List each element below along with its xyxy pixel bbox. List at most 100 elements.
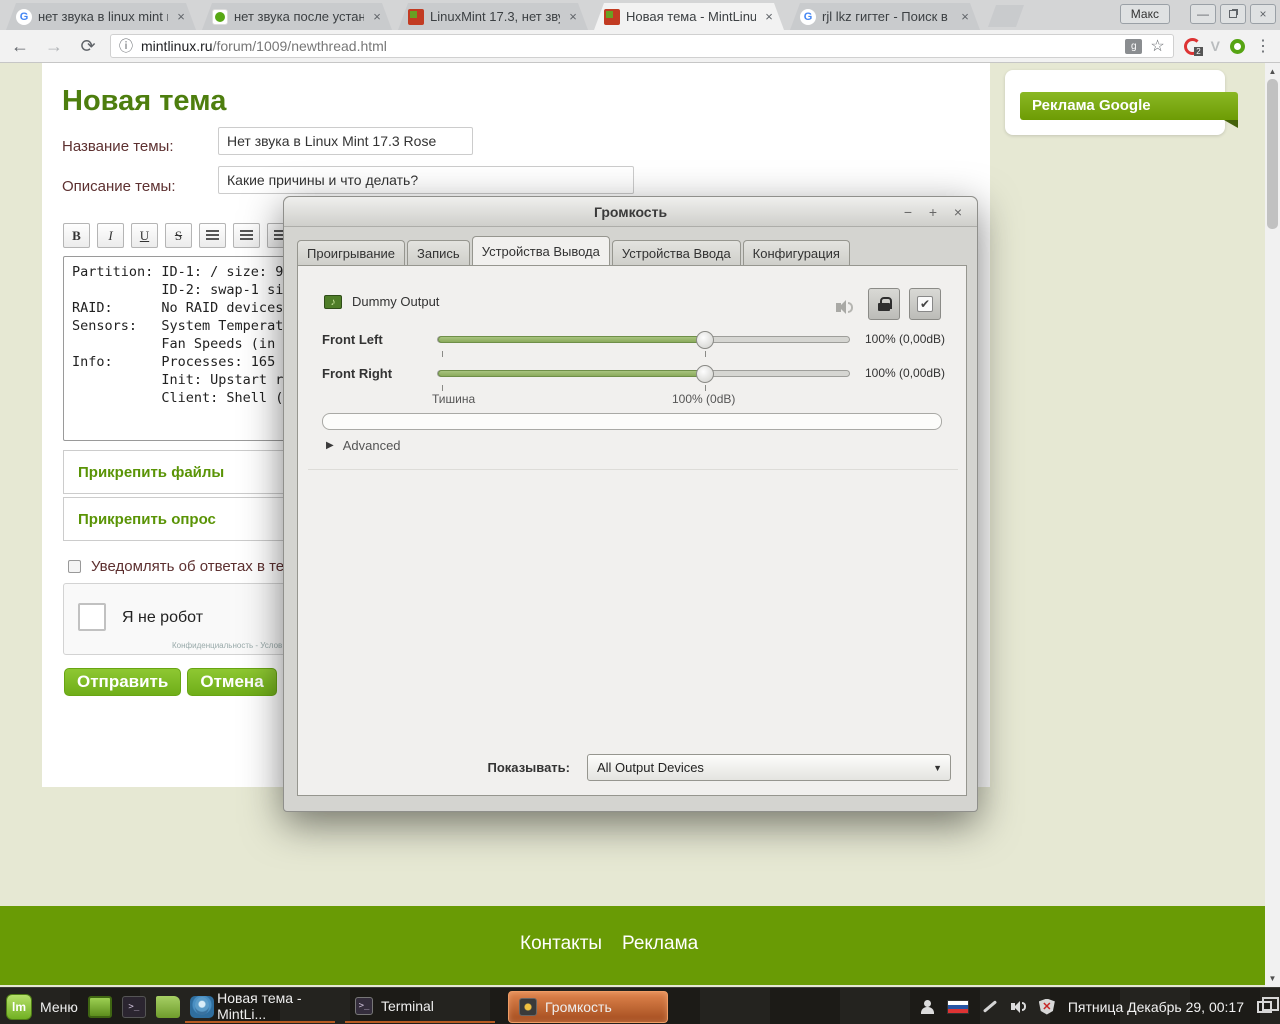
- address-bar[interactable]: ⓘ mintlinux.ru/forum/1009/newthread.html…: [110, 34, 1174, 58]
- taskbar-window-volume[interactable]: Громкость: [508, 991, 668, 1023]
- notify-checkbox[interactable]: [68, 560, 81, 573]
- pen-tray-icon[interactable]: [983, 1000, 997, 1013]
- sound-card-icon: ♪: [324, 295, 342, 309]
- browser-tab-1[interactable]: G нет звука в linux mint r ×: [6, 3, 196, 30]
- tick-mark: [705, 385, 706, 391]
- advanced-label: Advanced: [343, 438, 401, 453]
- page-scrollbar[interactable]: ▲ ▼: [1265, 63, 1280, 987]
- new-tab-button[interactable]: [988, 5, 1024, 27]
- channel-left-slider[interactable]: [437, 336, 850, 343]
- browser-tab-3[interactable]: LinuxMint 17.3, нет зву ×: [398, 3, 588, 30]
- browser-tab-2[interactable]: нет звука после устано ×: [202, 3, 392, 30]
- cancel-button[interactable]: Отмена: [187, 668, 276, 696]
- dialog-titlebar[interactable]: Громкость: [284, 197, 977, 227]
- browser-tab-5[interactable]: G rjl lkz гигтег - Поиск в G ×: [790, 3, 980, 30]
- scale-silence-label: Тишина: [432, 392, 475, 406]
- attach-poll-link[interactable]: Прикрепить опрос: [78, 511, 216, 528]
- browser-tab-bar: G нет звука в linux mint r × нет звука п…: [0, 0, 1280, 30]
- terminal-icon: >_: [355, 997, 373, 1015]
- default-device-button[interactable]: ✔: [909, 288, 941, 320]
- footer-ads-link[interactable]: Реклама: [622, 933, 698, 955]
- mint-favicon-icon: [212, 9, 228, 25]
- user-tray-icon[interactable]: [920, 1000, 934, 1014]
- back-icon[interactable]: ←: [8, 36, 32, 57]
- browser-tab-4-active[interactable]: Новая тема - MintLinux ×: [594, 3, 784, 30]
- recaptcha-privacy-links[interactable]: Конфиденциальность - Услов: [172, 641, 282, 650]
- files-launcher-icon[interactable]: [156, 996, 180, 1018]
- notify-label: Уведомлять об ответах в теме: [91, 558, 303, 575]
- slider-handle[interactable]: [696, 331, 714, 349]
- tab-close-icon[interactable]: ×: [762, 9, 776, 24]
- dialog-minimize-icon[interactable]: −: [897, 197, 919, 227]
- tab-close-icon[interactable]: ×: [174, 9, 188, 24]
- tab-recording[interactable]: Запись: [407, 240, 470, 265]
- strikethrough-button[interactable]: S: [165, 223, 192, 248]
- align-left-button[interactable]: [199, 223, 226, 248]
- slider-handle[interactable]: [696, 365, 714, 383]
- reload-icon[interactable]: ⟳: [76, 36, 100, 57]
- submit-button[interactable]: Отправить: [64, 668, 181, 696]
- tab-close-icon[interactable]: ×: [370, 9, 384, 24]
- speaker-tray-icon[interactable]: [1011, 1001, 1026, 1013]
- advanced-expander[interactable]: ▶ Advanced: [326, 438, 401, 453]
- tab-configuration[interactable]: Конфигурация: [743, 240, 850, 265]
- underline-button[interactable]: U: [131, 223, 158, 248]
- thread-desc-input[interactable]: [218, 166, 634, 194]
- italic-button[interactable]: I: [97, 223, 124, 248]
- scroll-down-icon[interactable]: ▼: [1265, 974, 1280, 983]
- keyboard-layout-flag-icon[interactable]: [947, 1000, 969, 1014]
- window-switcher-icon[interactable]: [1257, 1001, 1272, 1013]
- tab-close-icon[interactable]: ×: [566, 9, 580, 24]
- tab-title: нет звука после устано: [234, 9, 364, 24]
- recaptcha-checkbox[interactable]: [78, 603, 106, 631]
- tab-close-icon[interactable]: ×: [958, 9, 972, 24]
- output-filter-dropdown[interactable]: All Output Devices ▼: [587, 754, 951, 781]
- dialog-tab-bar: Проигрывание Запись Устройства Вывода Ус…: [297, 237, 852, 265]
- window-close-button[interactable]: ×: [1250, 4, 1276, 24]
- browser-menu-icon[interactable]: ⋮: [1255, 36, 1272, 56]
- tab-input-devices[interactable]: Устройства Ввода: [612, 240, 741, 265]
- dialog-maximize-icon[interactable]: +: [922, 197, 944, 227]
- forward-icon[interactable]: →: [42, 36, 66, 57]
- extension-red-icon[interactable]: 2: [1184, 38, 1201, 55]
- dialog-close-icon[interactable]: ×: [947, 197, 969, 227]
- menu-button[interactable]: lm Меню: [6, 994, 78, 1020]
- google-ads-banner[interactable]: Реклама Google: [1020, 92, 1238, 120]
- scroll-up-icon[interactable]: ▲: [1265, 67, 1280, 76]
- taskbar-window-terminal[interactable]: >_ Terminal: [345, 991, 495, 1023]
- recaptcha-label: Я не робот: [122, 609, 203, 627]
- volume-icon: [519, 998, 537, 1016]
- tab-title: Новая тема - MintLinux: [626, 9, 756, 24]
- window-maximize-button[interactable]: [1220, 4, 1246, 24]
- extension-green-icon[interactable]: [1230, 39, 1245, 54]
- channel-right-slider[interactable]: [437, 370, 850, 377]
- tab-playback[interactable]: Проигрывание: [297, 240, 405, 265]
- profile-button[interactable]: Макс: [1120, 4, 1170, 24]
- taskbar-clock[interactable]: Пятница Декабрь 29, 00:17: [1068, 999, 1244, 1015]
- url-text: mintlinux.ru/forum/1009/newthread.html: [141, 38, 387, 54]
- tab-output-devices[interactable]: Устройства Вывода: [472, 236, 610, 265]
- url-path: /forum/1009/newthread.html: [213, 38, 387, 54]
- page-info-icon[interactable]: ⓘ: [119, 36, 133, 56]
- show-desktop-icon[interactable]: [88, 996, 112, 1018]
- bold-button[interactable]: B: [63, 223, 90, 248]
- tick-mark: [442, 385, 443, 391]
- slider-fill: [438, 336, 705, 343]
- ad-card: Реклама Google: [1005, 70, 1225, 135]
- scrollbar-thumb[interactable]: [1267, 79, 1278, 229]
- extension-grey-icon[interactable]: V: [1211, 38, 1220, 54]
- align-center-button[interactable]: [233, 223, 260, 248]
- lock-channels-button[interactable]: [868, 288, 900, 320]
- attach-files-link[interactable]: Прикрепить файлы: [78, 464, 224, 481]
- browser-toolbar: ← → ⟳ ⓘ mintlinux.ru/forum/1009/newthrea…: [0, 30, 1280, 63]
- footer-contacts-link[interactable]: Контакты: [520, 933, 602, 955]
- window-minimize-button[interactable]: —: [1190, 4, 1216, 24]
- thread-title-label: Название темы:: [62, 138, 174, 155]
- align-center-icon: [240, 230, 253, 241]
- terminal-launcher-icon[interactable]: >_: [122, 996, 146, 1018]
- shield-tray-icon[interactable]: ✕: [1039, 999, 1055, 1015]
- translate-icon[interactable]: g: [1125, 39, 1142, 54]
- thread-title-input[interactable]: [218, 127, 473, 155]
- bookmark-star-icon[interactable]: ☆: [1150, 36, 1164, 56]
- taskbar-window-browser[interactable]: Новая тема - MintLi...: [185, 991, 335, 1023]
